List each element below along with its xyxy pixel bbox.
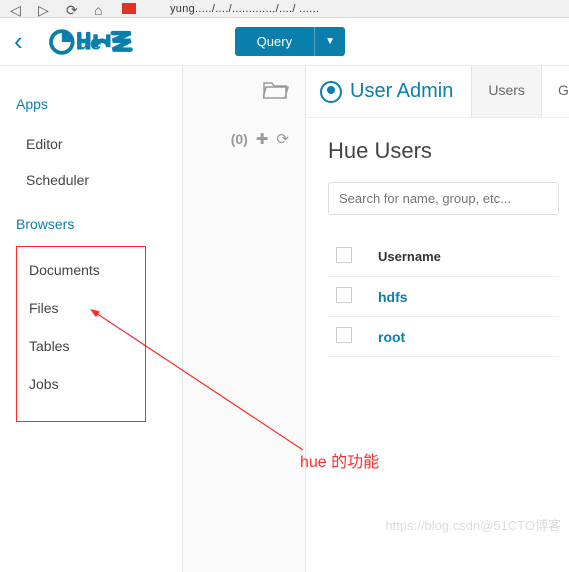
browsers-header: Browsers [16,216,182,232]
query-dropdown-caret[interactable]: ▼ [314,27,345,56]
sidebar-item-editor[interactable]: Editor [16,126,182,162]
hue-logo[interactable]: ue [45,28,155,56]
row-checkbox[interactable] [336,287,352,303]
tab-groups[interactable]: Gro [542,66,569,117]
page-title: User Admin [320,80,453,103]
plus-icon[interactable]: ✚ [256,130,269,148]
column-header-username[interactable]: Username [378,249,441,264]
sidebar-item-files[interactable]: Files [17,289,145,327]
middle-column: (0) ✚ ⟳ [182,66,306,572]
browsers-annotation-box: Documents Files Tables Jobs [16,246,146,422]
sidebar-item-documents[interactable]: Documents [17,251,145,289]
browser-chrome-bar: ◁ ▷ ⟳ ⌂ yung...../..../............./...… [0,0,569,18]
table-row: root [328,317,559,357]
folder-open-icon[interactable] [183,80,289,106]
sidebar-item-tables[interactable]: Tables [17,327,145,365]
page-title-text: User Admin [350,80,453,103]
tab-bar: User Admin Users Gro [306,66,569,118]
query-button-group: Query ▼ [235,27,345,56]
username-link[interactable]: root [378,329,405,345]
table-header-row: Username [328,237,559,277]
refresh-icon[interactable]: ⟳ [276,130,289,148]
address-bar-url[interactable]: yung...../..../............./..../ .....… [170,3,319,15]
annotation-label: hue 的功能 [300,448,379,472]
select-all-checkbox[interactable] [336,247,352,263]
nav-prev-icon[interactable]: ◁ [10,2,24,16]
table-row: hdfs [328,277,559,317]
nav-next-icon[interactable]: ▷ [38,2,52,16]
section-title: Hue Users [328,138,559,164]
username-link[interactable]: hdfs [378,289,408,305]
main-content: User Admin Users Gro Hue Users Username … [306,66,569,572]
apps-header: Apps [16,96,182,112]
query-button[interactable]: Query [235,27,314,56]
back-chevron-icon[interactable]: ‹ [14,26,23,57]
sidebar-item-jobs[interactable]: Jobs [17,365,145,403]
tab-users[interactable]: Users [471,66,542,117]
watermark-text: https://blog.csdn@51CTO博客 [385,515,561,534]
nav-home-icon[interactable]: ⌂ [94,2,108,16]
count-value: (0) [231,131,248,147]
main-toolbar: ‹ ue Query ▼ [0,18,569,66]
user-admin-icon [320,81,342,103]
sidebar-item-scheduler[interactable]: Scheduler [16,162,182,198]
left-sidebar: Apps Editor Scheduler Browsers Documents… [0,66,182,572]
document-count-row: (0) ✚ ⟳ [183,130,289,148]
site-badge-icon [122,3,136,14]
users-table: Username hdfs root [328,237,559,357]
row-checkbox[interactable] [336,327,352,343]
search-input[interactable] [328,182,559,215]
nav-reload-icon[interactable]: ⟳ [66,2,80,16]
